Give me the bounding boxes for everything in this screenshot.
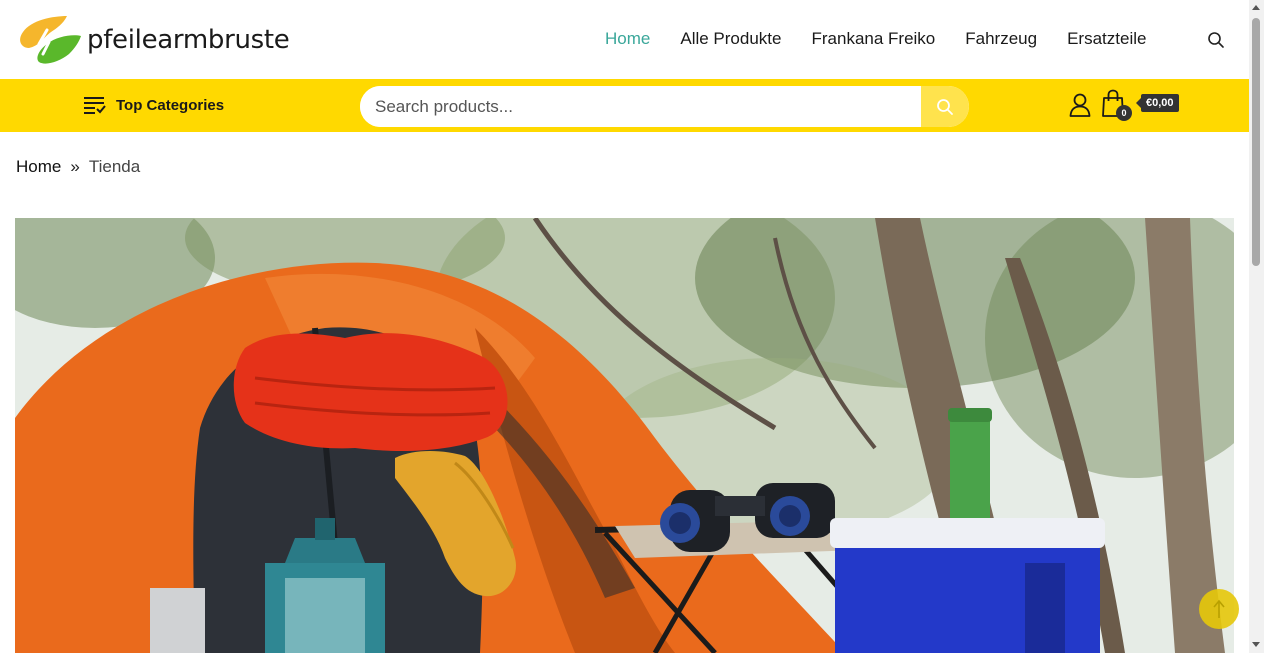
nav-item-frankana-freiko[interactable]: Frankana Freiko xyxy=(811,29,935,49)
scroll-up-arrow-icon[interactable] xyxy=(1252,5,1260,10)
breadcrumb-current: Tienda xyxy=(88,157,141,176)
search-input[interactable] xyxy=(360,86,921,127)
arrow-up-icon xyxy=(1213,599,1225,618)
site-logo[interactable]: pfeilearmbruste xyxy=(17,14,290,66)
logo-text: pfeilearmbruste xyxy=(87,25,290,55)
search-submit-button[interactable] xyxy=(921,86,969,127)
nav-item-alle-produkte[interactable]: Alle Produkte xyxy=(680,29,781,49)
hero-image xyxy=(15,218,1234,653)
main-nav: Home Alle Produkte Frankana Freiko Fahrz… xyxy=(605,29,1176,49)
search-icon xyxy=(937,98,953,115)
product-search xyxy=(360,86,969,127)
nav-item-fahrzeug[interactable]: Fahrzeug xyxy=(965,29,1037,49)
page-scrollbar[interactable] xyxy=(1249,0,1264,653)
site-header: pfeilearmbruste Home Alle Produkte Frank… xyxy=(0,0,1249,79)
cart-count-badge: 0 xyxy=(1116,105,1132,121)
search-icon[interactable] xyxy=(1207,31,1225,49)
cart-total-price[interactable]: €0,00 xyxy=(1136,94,1179,112)
top-categories-button[interactable]: Top Categories xyxy=(84,96,224,114)
scrollbar-thumb[interactable] xyxy=(1252,18,1260,266)
camping-photo-illustration xyxy=(15,218,1234,653)
list-check-icon xyxy=(84,97,106,114)
top-categories-label: Top Categories xyxy=(116,96,225,114)
user-account-icon[interactable] xyxy=(1069,93,1091,122)
breadcrumb-separator: » xyxy=(70,157,80,176)
logo-leaf-icon xyxy=(20,16,81,64)
breadcrumb-home[interactable]: Home xyxy=(16,157,61,177)
scroll-to-top-button[interactable] xyxy=(1199,589,1239,629)
scroll-down-arrow-icon[interactable] xyxy=(1252,642,1260,647)
nav-item-home[interactable]: Home xyxy=(605,29,650,49)
category-search-bar: Top Categories 0 €0,00 xyxy=(0,79,1249,132)
nav-item-ersatzteile[interactable]: Ersatzteile xyxy=(1067,29,1146,49)
breadcrumb: Home » Tienda xyxy=(16,157,140,177)
